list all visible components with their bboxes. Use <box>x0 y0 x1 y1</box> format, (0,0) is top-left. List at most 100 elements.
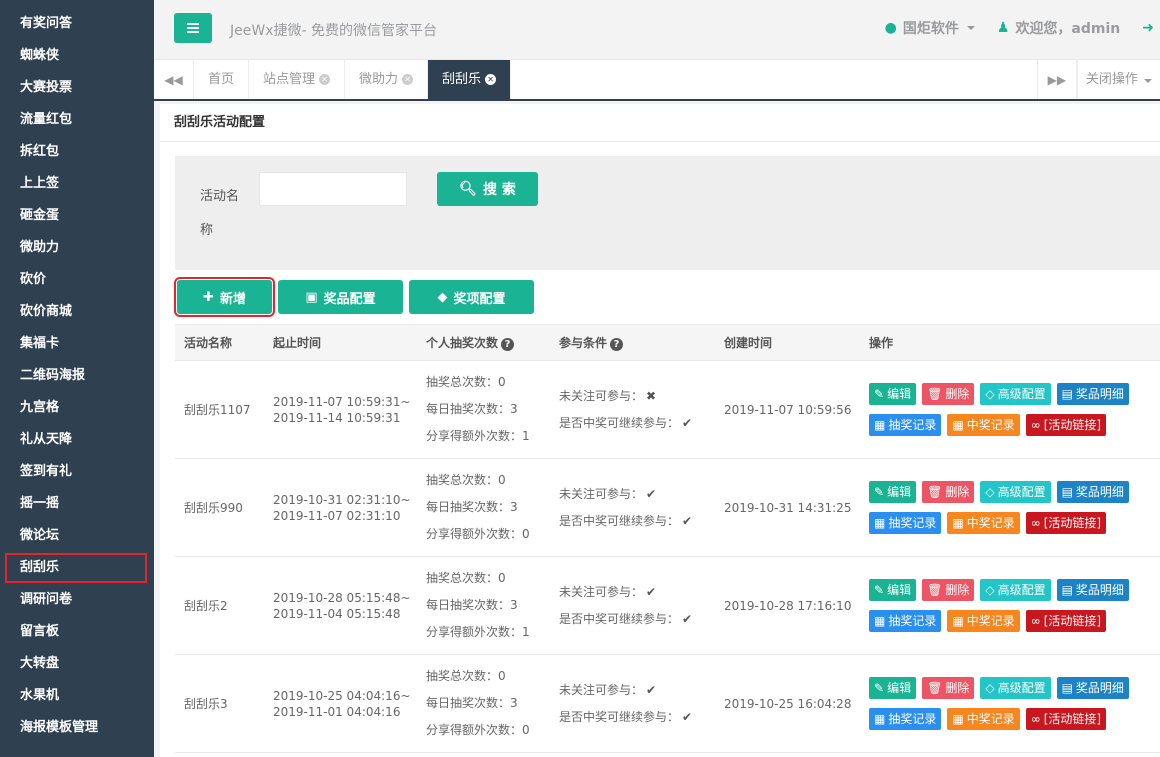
activity-name-input[interactable] <box>259 172 407 206</box>
edit-button-label: 编辑 <box>887 485 912 499</box>
question-circle-icon[interactable]: ? <box>501 338 515 351</box>
delete-button-label: 删除 <box>945 583 970 597</box>
sidebar-item[interactable]: 二维码海报 <box>0 360 154 392</box>
delete-button[interactable]: 🗑︎ 删除 <box>922 481 975 503</box>
draw-records-button[interactable]: ▦ 抽奖记录 <box>869 512 942 534</box>
cell-created: 2019-10-28 17:16:10 <box>715 556 860 655</box>
prize-config-label: 奖品配置 <box>323 291 376 307</box>
win-records-button[interactable]: ▦ 中奖记录 <box>947 610 1020 632</box>
edit-button[interactable]: ✎ 编辑 <box>869 481 917 503</box>
item-config-button[interactable]: ◆ 奖项配置 <box>409 280 534 314</box>
edit-icon: ✎ <box>874 583 885 597</box>
page-tab[interactable]: 微助力 ✕ <box>345 60 429 99</box>
prize-detail-button[interactable]: ▤ 奖品明细 <box>1056 383 1129 405</box>
sidebar-item[interactable]: 水果机 <box>0 680 154 712</box>
sidebar-item[interactable]: 刮刮乐 <box>4 552 148 584</box>
sidebar-item[interactable]: 有奖问答 <box>0 8 154 40</box>
delete-button[interactable]: 🗑︎ 删除 <box>922 579 975 601</box>
share-draws: 分享得额外次数：0 <box>426 521 550 548</box>
win-records-button[interactable]: ▦ 中奖记录 <box>947 708 1020 730</box>
activity-link-button[interactable]: ∞ [活动链接] <box>1025 708 1107 730</box>
draw-records-button-label: 抽奖记录 <box>888 712 937 726</box>
delete-button[interactable]: 🗑︎ 删除 <box>922 383 975 405</box>
sidebar-item[interactable]: 上上签 <box>0 168 154 200</box>
prize-detail-button[interactable]: ▤ 奖品明细 <box>1056 579 1129 601</box>
company-menu[interactable]: ● 国炬软件 <box>885 18 975 38</box>
win-records-button-label: 中奖记录 <box>966 712 1015 726</box>
search-button[interactable]: 🔍︎ 搜 索 <box>437 172 538 206</box>
menu-toggle-button[interactable] <box>174 13 212 43</box>
logout-button[interactable]: ➜ <box>1142 20 1154 36</box>
edit-button-label: 编辑 <box>887 681 912 695</box>
sidebar-item[interactable]: 蜘蛛侠 <box>0 40 154 72</box>
header-created: 创建时间 <box>715 324 860 361</box>
activity-link-button[interactable]: ∞ [活动链接] <box>1025 610 1107 632</box>
cell-conditions: 未关注可参与： ✔ 是否中奖可继续参与： ✔ <box>550 654 715 753</box>
code-icon: ◇ <box>985 387 995 401</box>
operations-row: ✎ 编辑 🗑︎ 删除 ◇ 高级配置 ▤ 奖品明细 <box>869 383 1160 405</box>
sidebar-item[interactable]: 微助力 <box>0 232 154 264</box>
follow-condition: 未关注可参与： ✔ <box>559 481 715 508</box>
follow-condition: 未关注可参与： ✖ <box>559 383 715 410</box>
draw-records-button[interactable]: ▦ 抽奖记录 <box>869 414 942 436</box>
sidebar-item[interactable]: 礼从天降 <box>0 424 154 456</box>
sidebar-item[interactable]: 砍价商城 <box>0 296 154 328</box>
draw-records-button[interactable]: ▦ 抽奖记录 <box>869 708 942 730</box>
close-circle-icon[interactable]: ✕ <box>402 74 414 85</box>
period-end: 2019-11-04 05:15:48 <box>273 606 401 621</box>
cell-period: 2019-10-31 02:31:10~ 2019-11-07 02:31:10 <box>264 458 417 557</box>
delete-button[interactable]: 🗑︎ 删除 <box>922 677 975 699</box>
advanced-config-button[interactable]: ◇ 高级配置 <box>980 677 1051 699</box>
close-circle-icon[interactable]: ✕ <box>319 74 331 85</box>
activity-link-button[interactable]: ∞ [活动链接] <box>1025 414 1107 436</box>
prize-detail-button[interactable]: ▤ 奖品明细 <box>1056 481 1129 503</box>
win-records-button[interactable]: ▦ 中奖记录 <box>947 414 1020 436</box>
sidebar-item[interactable]: 签到有礼 <box>0 456 154 488</box>
cell-ops: ✎ 编辑 🗑︎ 删除 ◇ 高级配置 ▤ 奖品明细 ▦ 抽奖记录 ▦ 中奖记录 ∞ [活动链接] <box>860 556 1160 655</box>
sidebar-item[interactable]: 流量红包 <box>0 104 154 136</box>
advanced-config-button-label: 高级配置 <box>997 485 1046 499</box>
win-records-button[interactable]: ▦ 中奖记录 <box>947 512 1020 534</box>
sidebar-item[interactable]: 大赛投票 <box>0 72 154 104</box>
tabs-scroll-right-button[interactable]: ▶▶ <box>1036 60 1077 99</box>
continue-condition-label: 是否中奖可继续参与： <box>559 513 680 528</box>
advanced-config-button[interactable]: ◇ 高级配置 <box>980 579 1051 601</box>
prize-detail-button-label: 奖品明细 <box>1075 583 1124 597</box>
share-draws-label: 分享得额外次数： <box>426 429 523 443</box>
edit-button[interactable]: ✎ 编辑 <box>869 579 917 601</box>
edit-button[interactable]: ✎ 编辑 <box>869 677 917 699</box>
daily-draws: 每日抽奖次数：3 <box>426 592 550 619</box>
continue-condition: 是否中奖可继续参与： ✔ <box>559 606 715 633</box>
activity-link-button[interactable]: ∞ [活动链接] <box>1025 512 1107 534</box>
sidebar-item[interactable]: 海报模板管理 <box>0 712 154 744</box>
cell-draws: 抽奖总次数：0 每日抽奖次数：3 分享得额外次数：0 <box>417 458 550 557</box>
page-tab[interactable]: 站点管理 ✕ <box>249 60 346 99</box>
draw-records-button[interactable]: ▦ 抽奖记录 <box>869 610 942 632</box>
activity-link-button-label: [活动链接] <box>1043 418 1102 432</box>
add-button[interactable]: ✚ 新增 <box>174 277 275 317</box>
advanced-config-button[interactable]: ◇ 高级配置 <box>980 481 1051 503</box>
sidebar-item[interactable]: 砍价 <box>0 264 154 296</box>
tabs-scroll-left-button[interactable]: ◀◀ <box>154 60 194 99</box>
sidebar-item[interactable]: 砸金蛋 <box>0 200 154 232</box>
edit-button[interactable]: ✎ 编辑 <box>869 383 917 405</box>
prize-detail-button[interactable]: ▤ 奖品明细 <box>1056 677 1129 699</box>
advanced-config-button[interactable]: ◇ 高级配置 <box>980 383 1051 405</box>
question-circle-icon[interactable]: ? <box>610 338 624 351</box>
total-draws: 抽奖总次数：0 <box>426 565 550 592</box>
table-row: 刮刮乐2 2019-10-28 05:15:48~ 2019-11-04 05:15… <box>175 556 1160 655</box>
sidebar-item[interactable]: 调研问卷 <box>0 584 154 616</box>
prize-config-button[interactable]: ▣ 奖品配置 <box>278 280 403 314</box>
page-tab[interactable]: 刮刮乐 ✕ <box>428 60 512 99</box>
sidebar-item[interactable]: 摇一摇 <box>0 488 154 520</box>
row-operations: ✎ 编辑 🗑︎ 删除 ◇ 高级配置 ▤ 奖品明细 ▦ 抽奖记录 ▦ 中奖记录 ∞ [活动链接] <box>869 481 1160 534</box>
sidebar-item[interactable]: 微论坛 <box>0 520 154 552</box>
sidebar-item[interactable]: 集福卡 <box>0 328 154 360</box>
sidebar-item[interactable]: 留言板 <box>0 616 154 648</box>
close-circle-icon[interactable]: ✕ <box>485 74 497 85</box>
sidebar-item[interactable]: 拆红包 <box>0 136 154 168</box>
sidebar-item[interactable]: 九宫格 <box>0 392 154 424</box>
close-operations-menu[interactable]: 关闭操作 <box>1076 60 1160 99</box>
sidebar-item[interactable]: 大转盘 <box>0 648 154 680</box>
page-tab[interactable]: 首页 <box>194 60 250 99</box>
